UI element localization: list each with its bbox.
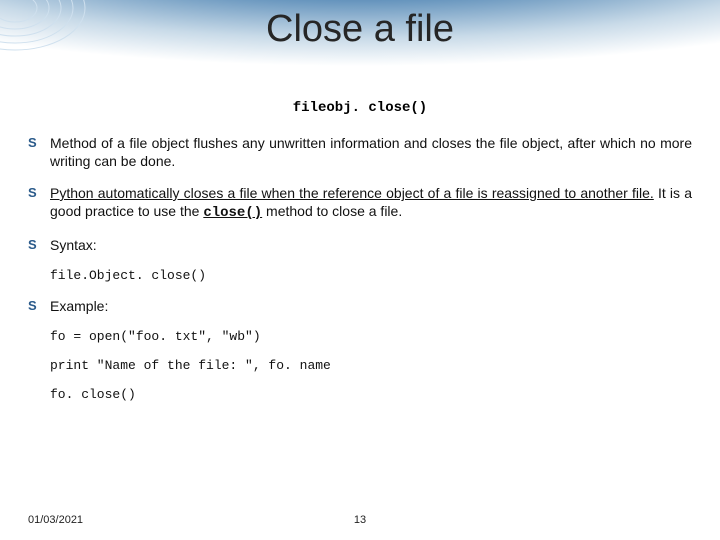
bullet-text: Python automatically closes a file when …: [50, 184, 692, 222]
bullet-item: S Syntax:: [28, 236, 692, 254]
bullet-icon: S: [28, 297, 50, 315]
code-line: print "Name of the file: ", fo. name: [50, 358, 692, 373]
code-line: fo = open("foo. txt", "wb"): [50, 329, 692, 344]
bullet-icon: S: [28, 134, 50, 152]
inline-code: close(): [203, 205, 262, 221]
bullet-text: Syntax:: [50, 236, 97, 254]
code-line: file.Object. close(): [50, 268, 692, 283]
slide-footer: 01/03/2021 13: [28, 514, 692, 526]
code-line: fo. close(): [50, 387, 692, 402]
slide-title: Close a file: [0, 8, 720, 51]
bullet-text: Method of a file object flushes any unwr…: [50, 134, 692, 170]
bullet-item: S Method of a file object flushes any un…: [28, 134, 692, 170]
bullet-item: S Example:: [28, 297, 692, 315]
code-header: fileobj. close(): [28, 100, 692, 116]
bullet-icon: S: [28, 236, 50, 254]
footer-page-number: 13: [354, 514, 366, 526]
text-span: method to close a file.: [262, 203, 402, 219]
footer-date: 01/03/2021: [28, 514, 83, 526]
bullet-icon: S: [28, 184, 50, 202]
slide-body: fileobj. close() S Method of a file obje…: [28, 100, 692, 416]
underlined-text: Python automatically closes a file when …: [50, 185, 654, 201]
bullet-text: Example:: [50, 297, 108, 315]
bullet-item: S Python automatically closes a file whe…: [28, 184, 692, 222]
